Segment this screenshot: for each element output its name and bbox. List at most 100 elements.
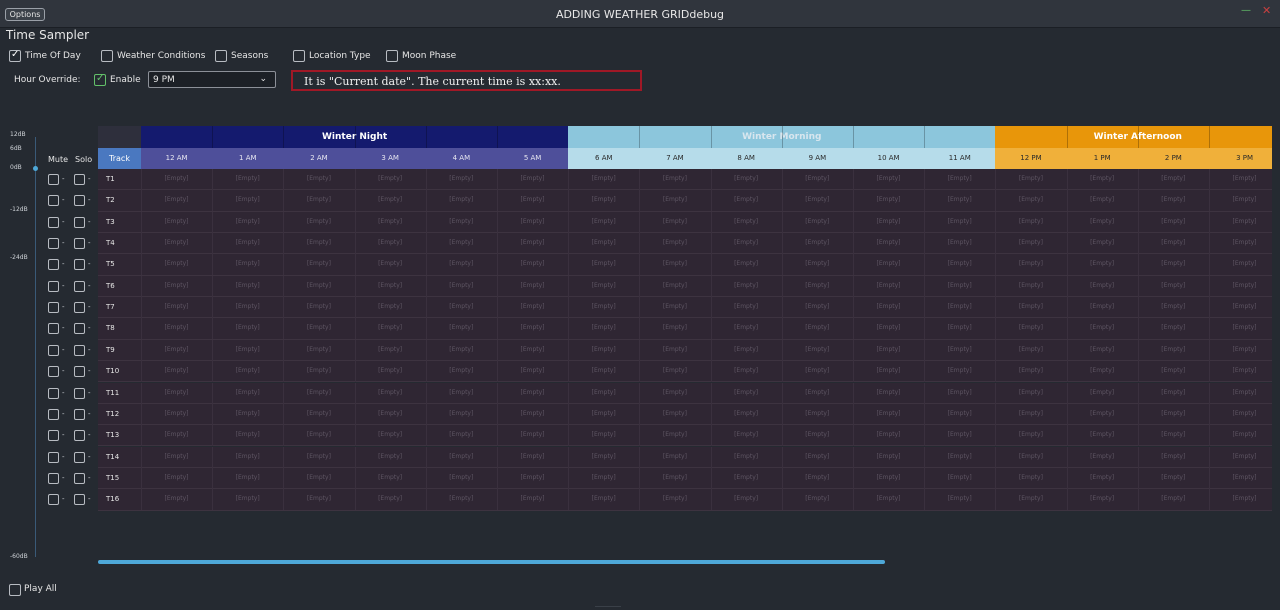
sample-slot[interactable]: [Empty] (1209, 389, 1272, 396)
sample-slot[interactable]: [Empty] (853, 431, 924, 438)
sample-slot[interactable]: [Empty] (711, 474, 782, 481)
sample-slot[interactable]: [Empty] (782, 175, 853, 182)
sample-slot[interactable]: [Empty] (283, 218, 354, 225)
sample-slot[interactable]: [Empty] (995, 175, 1066, 182)
sample-slot[interactable]: [Empty] (141, 495, 212, 502)
sample-slot[interactable]: [Empty] (212, 474, 283, 481)
sample-slot[interactable]: [Empty] (639, 196, 710, 203)
sample-slot[interactable]: [Empty] (283, 410, 354, 417)
sample-slot[interactable]: [Empty] (426, 303, 497, 310)
sample-slot[interactable]: [Empty] (568, 367, 639, 374)
sample-slot[interactable]: [Empty] (1067, 367, 1138, 374)
volume-slider-track[interactable] (35, 137, 36, 557)
sample-slot[interactable]: [Empty] (1067, 303, 1138, 310)
sample-slot[interactable]: [Empty] (711, 346, 782, 353)
sample-slot[interactable]: [Empty] (782, 239, 853, 246)
play-all-checkbox[interactable] (9, 584, 21, 596)
sample-slot[interactable]: [Empty] (711, 453, 782, 460)
sample-slot[interactable]: [Empty] (853, 410, 924, 417)
hour-select[interactable]: 9 PM ⌄ (148, 71, 276, 88)
solo-checkbox[interactable] (74, 216, 85, 228)
sample-slot[interactable]: [Empty] (995, 282, 1066, 289)
sample-slot[interactable]: [Empty] (141, 346, 212, 353)
sample-slot[interactable]: [Empty] (995, 196, 1066, 203)
sample-slot[interactable]: [Empty] (497, 453, 568, 460)
sample-slot[interactable]: [Empty] (639, 474, 710, 481)
sample-slot[interactable]: [Empty] (1138, 196, 1209, 203)
sample-slot[interactable]: [Empty] (568, 495, 639, 502)
sample-slot[interactable]: [Empty] (1138, 410, 1209, 417)
sample-slot[interactable]: [Empty] (1209, 453, 1272, 460)
sample-slot[interactable]: [Empty] (355, 474, 426, 481)
sample-slot[interactable]: [Empty] (568, 239, 639, 246)
sample-slot[interactable]: [Empty] (426, 346, 497, 353)
sample-slot[interactable]: [Empty] (568, 431, 639, 438)
sample-slot[interactable]: [Empty] (995, 239, 1066, 246)
sample-slot[interactable]: [Empty] (568, 474, 639, 481)
sample-slot[interactable]: [Empty] (639, 303, 710, 310)
sample-slot[interactable]: [Empty] (141, 474, 212, 481)
sample-slot[interactable]: [Empty] (924, 431, 995, 438)
sample-slot[interactable]: [Empty] (924, 175, 995, 182)
minimize-icon[interactable]: — (1241, 6, 1251, 16)
solo-checkbox[interactable] (74, 323, 85, 335)
sample-slot[interactable]: [Empty] (283, 282, 354, 289)
solo-checkbox[interactable] (74, 302, 85, 314)
sample-slot[interactable]: [Empty] (995, 453, 1066, 460)
sample-slot[interactable]: [Empty] (568, 389, 639, 396)
sample-slot[interactable]: [Empty] (212, 196, 283, 203)
sample-slot[interactable]: [Empty] (355, 431, 426, 438)
sample-slot[interactable]: [Empty] (1067, 389, 1138, 396)
sample-slot[interactable]: [Empty] (711, 175, 782, 182)
sample-slot[interactable]: [Empty] (355, 175, 426, 182)
sample-slot[interactable]: [Empty] (924, 239, 995, 246)
solo-checkbox[interactable] (74, 408, 85, 420)
sample-slot[interactable]: [Empty] (924, 282, 995, 289)
sample-slot[interactable]: [Empty] (1138, 239, 1209, 246)
sample-slot[interactable]: [Empty] (141, 175, 212, 182)
sample-slot[interactable]: [Empty] (212, 410, 283, 417)
sample-slot[interactable]: [Empty] (1138, 367, 1209, 374)
sample-slot[interactable]: [Empty] (924, 218, 995, 225)
sample-slot[interactable]: [Empty] (568, 282, 639, 289)
sample-slot[interactable]: [Empty] (711, 324, 782, 331)
sample-slot[interactable]: [Empty] (141, 367, 212, 374)
sample-slot[interactable]: [Empty] (212, 303, 283, 310)
sample-slot[interactable]: [Empty] (924, 389, 995, 396)
solo-checkbox[interactable] (74, 387, 85, 399)
solo-checkbox[interactable] (74, 195, 85, 207)
sample-slot[interactable]: [Empty] (924, 346, 995, 353)
sample-slot[interactable]: [Empty] (355, 218, 426, 225)
sample-slot[interactable]: [Empty] (426, 431, 497, 438)
sample-slot[interactable]: [Empty] (782, 367, 853, 374)
solo-checkbox[interactable] (74, 494, 85, 506)
sample-slot[interactable]: [Empty] (853, 495, 924, 502)
sample-slot[interactable]: [Empty] (568, 410, 639, 417)
filter-checkbox-3[interactable] (293, 50, 305, 62)
sample-slot[interactable]: [Empty] (568, 260, 639, 267)
sample-slot[interactable]: [Empty] (212, 175, 283, 182)
sample-slot[interactable]: [Empty] (568, 324, 639, 331)
sample-slot[interactable]: [Empty] (1138, 175, 1209, 182)
resize-grip[interactable] (595, 606, 621, 607)
mute-checkbox[interactable] (48, 174, 59, 185)
sample-slot[interactable]: [Empty] (141, 282, 212, 289)
sample-slot[interactable]: [Empty] (1067, 196, 1138, 203)
sample-slot[interactable]: [Empty] (568, 303, 639, 310)
sample-slot[interactable]: [Empty] (1209, 303, 1272, 310)
sample-slot[interactable]: [Empty] (924, 324, 995, 331)
sample-slot[interactable]: [Empty] (426, 282, 497, 289)
sample-slot[interactable]: [Empty] (924, 410, 995, 417)
sample-slot[interactable]: [Empty] (639, 218, 710, 225)
sample-slot[interactable]: [Empty] (497, 495, 568, 502)
sample-slot[interactable]: [Empty] (355, 367, 426, 374)
sample-slot[interactable]: [Empty] (355, 239, 426, 246)
sample-slot[interactable]: [Empty] (1067, 324, 1138, 331)
sample-slot[interactable]: [Empty] (497, 303, 568, 310)
sample-slot[interactable]: [Empty] (1138, 431, 1209, 438)
sample-slot[interactable]: [Empty] (141, 218, 212, 225)
sample-slot[interactable]: [Empty] (212, 389, 283, 396)
solo-checkbox[interactable] (74, 430, 85, 442)
filter-checkbox-4[interactable] (386, 50, 398, 62)
sample-slot[interactable]: [Empty] (497, 260, 568, 267)
